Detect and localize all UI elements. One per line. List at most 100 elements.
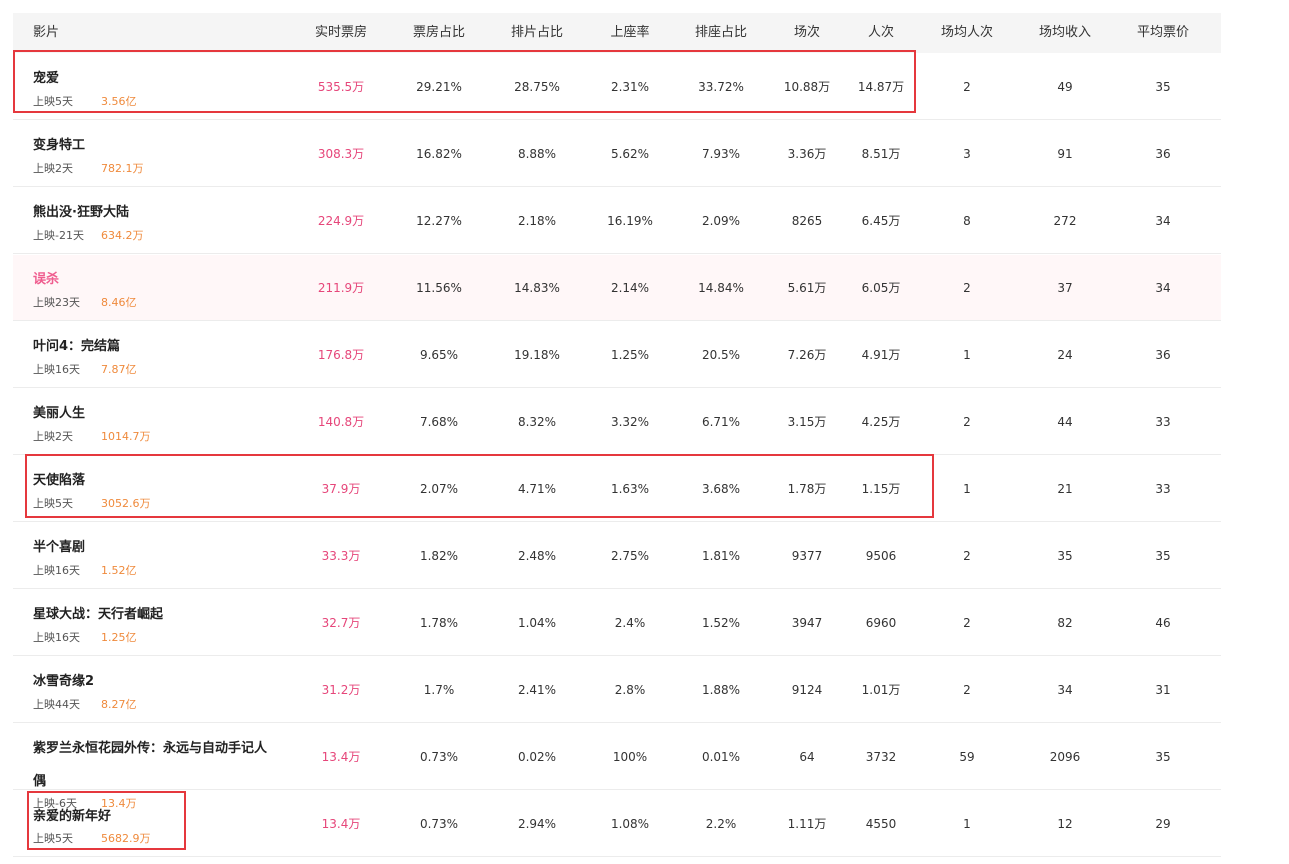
total-box: 7.87亿 [101,363,137,376]
film-name[interactable]: 熊出没·狂野大陆 [33,201,129,220]
shows: 64 [799,750,815,764]
realtime-box: 224.9万 [317,214,365,228]
shows: 8265 [791,214,823,228]
avg-viewers: 1 [963,817,971,831]
film-meta: 上映16天 7.87亿 [33,361,137,377]
avg-price: 31 [1155,683,1171,697]
occupancy: 2.75% [610,549,650,563]
total-box: 8.27亿 [101,698,137,711]
col-header-avg-price[interactable]: 平均票价 [1127,13,1199,53]
avg-price: 35 [1155,750,1171,764]
viewers: 8.51万 [861,147,901,161]
film-name[interactable]: 半个喜剧 [33,536,85,555]
show-pct: 1.04% [517,616,557,630]
film-name[interactable]: 变身特工 [33,134,85,153]
box-pct: 1.7% [423,683,455,697]
release-days: 上映16天 [33,631,80,644]
col-header-realtime-box[interactable]: 实时票房 [305,13,377,53]
avg-viewers: 1 [963,348,971,362]
avg-income: 44 [1057,415,1073,429]
col-header-shows[interactable]: 场次 [771,13,843,53]
avg-income: 24 [1057,348,1073,362]
col-header-avg-income[interactable]: 场均收入 [1029,13,1101,53]
occupancy: 1.08% [610,817,650,831]
avg-price: 29 [1155,817,1171,831]
table-row[interactable]: 变身特工 上映2天 782.1万 308.3万 16.82% 8.88% 5.62… [13,121,1221,187]
avg-income: 34 [1057,683,1073,697]
film-name[interactable]: 叶问4：完结篇 [33,335,120,354]
avg-price: 35 [1155,549,1171,563]
shows: 5.61万 [787,281,827,295]
occupancy: 1.25% [610,348,650,362]
shows: 9377 [791,549,823,563]
film-name[interactable]: 误杀 [33,268,59,287]
show-pct: 19.18% [514,348,560,362]
highlight-rect-row-12 [27,791,186,850]
box-pct: 12.27% [416,214,462,228]
total-box: 782.1万 [101,162,144,175]
realtime-box: 13.4万 [321,750,361,764]
viewers: 6.45万 [861,214,901,228]
box-pct: 0.73% [419,750,459,764]
box-pct: 7.68% [419,415,459,429]
seat-pct: 2.2% [705,817,737,831]
show-pct: 2.48% [517,549,557,563]
realtime-box: 176.8万 [317,348,365,362]
avg-price: 46 [1155,616,1171,630]
box-pct: 0.73% [419,817,459,831]
realtime-box: 140.8万 [317,415,365,429]
avg-income: 35 [1057,549,1073,563]
shows: 3.15万 [787,415,827,429]
col-header-box-pct[interactable]: 票房占比 [403,13,475,53]
avg-income: 82 [1057,616,1073,630]
film-name[interactable]: 冰雪奇缘2 [33,670,94,689]
table-row[interactable]: 误杀 上映23天 8.46亿 211.9万 11.56% 14.83% 2.14%… [13,255,1221,321]
col-header-avg-viewers[interactable]: 场均人次 [931,13,1003,53]
col-header-seat-pct[interactable]: 排座占比 [685,13,757,53]
realtime-box: 32.7万 [321,616,361,630]
shows: 3.36万 [787,147,827,161]
seat-pct: 0.01% [701,750,741,764]
table-row[interactable]: 亲爱的新年好 上映5天 5682.9万 13.4万 0.73% 2.94% 1.0… [13,791,1221,857]
film-meta: 上映16天 1.52亿 [33,562,137,578]
table-row[interactable]: 星球大战：天行者崛起 上映16天 1.25亿 32.7万 1.78% 1.04% … [13,590,1221,656]
table-row[interactable]: 熊出没·狂野大陆 上映-21天 634.2万 224.9万 12.27% 2.18… [13,188,1221,254]
film-meta: 上映-21天 634.2万 [33,227,144,243]
table-row[interactable]: 紫罗兰永恒花园外传：永远与自动手记人 偶 上映-6天 13.4万 13.4万 0.… [13,724,1221,810]
table-row[interactable]: 冰雪奇缘2 上映44天 8.27亿 31.2万 1.7% 2.41% 2.8% 1… [13,657,1221,723]
show-pct: 2.94% [517,817,557,831]
film-name[interactable]: 美丽人生 [33,402,85,421]
avg-income: 2096 [1049,750,1081,764]
viewers: 6.05万 [861,281,901,295]
film-name[interactable]: 紫罗兰永恒花园外传：永远与自动手记人 [33,737,267,756]
table-row[interactable]: 半个喜剧 上映16天 1.52亿 33.3万 1.82% 2.48% 2.75% … [13,523,1221,589]
show-pct: 0.02% [517,750,557,764]
col-header-viewers[interactable]: 人次 [845,13,917,53]
shows: 9124 [791,683,823,697]
avg-viewers: 2 [963,616,971,630]
col-header-show-pct[interactable]: 排片占比 [501,13,573,53]
box-pct: 16.82% [416,147,462,161]
col-header-occupancy[interactable]: 上座率 [594,13,666,53]
col-header-film[interactable]: 影片 [33,13,59,53]
film-name-continued[interactable]: 偶 [33,770,46,789]
realtime-box: 31.2万 [321,683,361,697]
seat-pct: 2.09% [701,214,741,228]
avg-viewers: 1 [963,482,971,496]
avg-price: 34 [1155,281,1171,295]
release-days: 上映-21天 [33,229,84,242]
viewers: 4.91万 [861,348,901,362]
viewers: 4550 [865,817,897,831]
viewers: 3732 [865,750,897,764]
highlight-rect-row-7 [25,454,934,518]
occupancy: 16.19% [607,214,653,228]
table-row[interactable]: 叶问4：完结篇 上映16天 7.87亿 176.8万 9.65% 19.18% 1… [13,322,1221,388]
show-pct: 14.83% [514,281,560,295]
avg-price: 34 [1155,214,1171,228]
viewers: 6960 [865,616,897,630]
occupancy: 3.32% [610,415,650,429]
table-row[interactable]: 美丽人生 上映2天 1014.7万 140.8万 7.68% 8.32% 3.32… [13,389,1221,455]
show-pct: 8.88% [517,147,557,161]
box-pct: 9.65% [419,348,459,362]
film-name[interactable]: 星球大战：天行者崛起 [33,603,163,622]
